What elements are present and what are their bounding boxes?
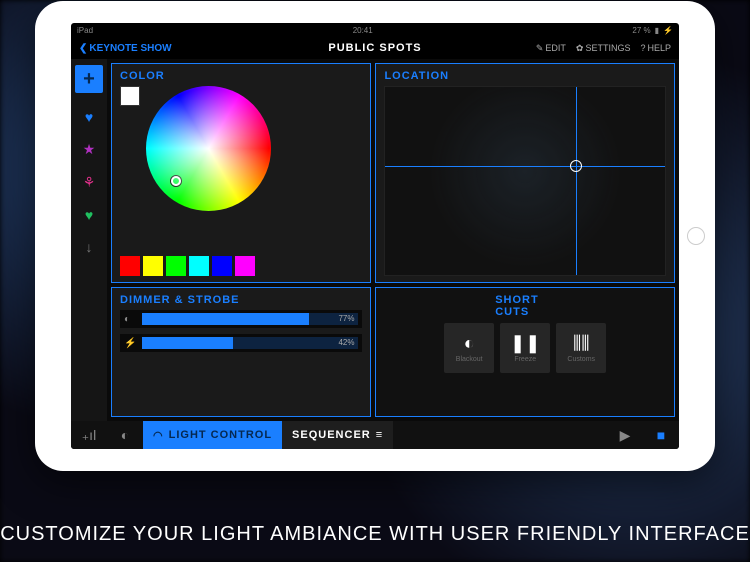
color-panel: COLOR	[111, 63, 371, 283]
back-button[interactable]: ❮ KEYNOTE SHOW	[79, 43, 172, 54]
help-button[interactable]: ? HELP	[640, 43, 671, 54]
marketing-tagline: CUSTOMIZE YOUR LIGHT AMBIANCE WITH USER …	[0, 523, 750, 546]
contrast-icon[interactable]: ◐	[107, 421, 143, 449]
shortcut-freeze[interactable]: ❚❚ Freeze	[500, 323, 550, 373]
slider-track[interactable]: 77%	[142, 313, 358, 325]
current-color-swatch[interactable]	[120, 86, 140, 106]
dimmer-header: DIMMER & STROBE	[120, 294, 362, 306]
ipad-home-button	[687, 227, 705, 245]
location-panel: LOCATION	[375, 63, 675, 283]
sidebar-heart-green[interactable]: ♥	[85, 207, 93, 223]
sidebar-heart-blue[interactable]: ♥	[85, 109, 93, 125]
main-area: + ♥ ★ ⚘ ♥ ↓ COLOR LOCATION	[71, 59, 679, 421]
freeze-icon: ❚❚	[510, 333, 540, 354]
light-control-label: LIGHT CONTROL	[169, 429, 272, 441]
tab-sequencer[interactable]: SEQUENCER ≡	[282, 421, 393, 449]
slider-0[interactable]: ◐ 77%	[120, 310, 362, 328]
freeze-label: Freeze	[514, 356, 536, 363]
shortcuts-panel: SHORT CUTS ◐ Blackout ❚❚ Freeze ⫼⫼ Customs	[375, 287, 675, 417]
customs-label: Customs	[567, 356, 595, 363]
blackout-label: Blackout	[456, 356, 483, 363]
dimmer-strobe-panel: DIMMER & STROBE ◐ 77% ⚡ 42%	[111, 287, 371, 417]
color-swatch-2[interactable]	[166, 256, 186, 276]
battery-pct: 27 %	[632, 26, 650, 35]
stop-button[interactable]: ■	[643, 421, 679, 449]
location-header: LOCATION	[384, 70, 666, 82]
device-label: iPad	[77, 26, 93, 35]
shortcut-customs[interactable]: ⫼⫼ Customs	[556, 323, 606, 373]
headphones-icon: ◠	[153, 429, 164, 442]
shortcut-blackout[interactable]: ◐ Blackout	[444, 323, 494, 373]
status-bar: iPad 20:41 27 % ▮ ⚡	[71, 23, 679, 37]
color-swatch-4[interactable]	[212, 256, 232, 276]
page-title: PUBLIC SPOTS	[328, 42, 421, 54]
sequencer-icon: ≡	[376, 429, 383, 441]
sidebar-star-purple[interactable]: ★	[83, 141, 96, 158]
add-button[interactable]: +	[75, 65, 103, 93]
color-wheel-selector[interactable]	[171, 176, 181, 186]
location-crosshair[interactable]	[570, 160, 582, 172]
settings-button[interactable]: ✿ SETTINGS	[576, 43, 631, 54]
sequencer-label: SEQUENCER	[292, 429, 371, 441]
shortcuts-header: SHORT CUTS	[495, 294, 555, 318]
color-header: COLOR	[120, 70, 362, 82]
bottom-bar: ₊ıl ◐ ◠ LIGHT CONTROL SEQUENCER ≡ ▶ ■	[71, 421, 679, 449]
color-swatch-1[interactable]	[143, 256, 163, 276]
slider-icon: ⚡	[124, 338, 136, 349]
content-grid: COLOR LOCATION	[107, 59, 679, 421]
sidebar-arrow-down[interactable]: ↓	[86, 239, 93, 255]
clock: 20:41	[353, 26, 373, 35]
blackout-icon: ◐	[464, 333, 475, 354]
slider-value: 77%	[338, 314, 354, 323]
edit-button[interactable]: ✎ EDIT	[536, 43, 566, 54]
sidebar: + ♥ ★ ⚘ ♥ ↓	[71, 59, 107, 421]
location-hline	[385, 166, 665, 167]
color-swatch-0[interactable]	[120, 256, 140, 276]
battery-icon: ▮	[655, 26, 659, 35]
back-label: KEYNOTE SHOW	[89, 43, 171, 54]
app-screen: iPad 20:41 27 % ▮ ⚡ ❮ KEYNOTE SHOW PUBLI…	[71, 23, 679, 449]
location-vline	[576, 87, 577, 275]
levels-icon[interactable]: ₊ıl	[71, 421, 107, 449]
color-swatch-row	[120, 256, 362, 276]
location-xy-pad[interactable]	[384, 86, 666, 276]
top-bar: ❮ KEYNOTE SHOW PUBLIC SPOTS ✎ EDIT ✿ SET…	[71, 37, 679, 59]
tab-light-control[interactable]: ◠ LIGHT CONTROL	[143, 421, 282, 449]
color-swatch-5[interactable]	[235, 256, 255, 276]
color-swatch-3[interactable]	[189, 256, 209, 276]
ipad-frame: iPad 20:41 27 % ▮ ⚡ ❮ KEYNOTE SHOW PUBLI…	[35, 1, 715, 471]
chevron-left-icon: ❮	[79, 43, 87, 54]
slider-icon: ◐	[124, 314, 136, 325]
sidebar-group-pink[interactable]: ⚘	[83, 174, 96, 191]
play-button[interactable]: ▶	[607, 421, 643, 449]
charging-icon: ⚡	[663, 26, 673, 35]
slider-1[interactable]: ⚡ 42%	[120, 334, 362, 352]
customs-icon: ⫼⫼	[573, 333, 590, 354]
slider-track[interactable]: 42%	[142, 337, 358, 349]
color-wheel[interactable]	[146, 86, 271, 211]
slider-value: 42%	[338, 338, 354, 347]
